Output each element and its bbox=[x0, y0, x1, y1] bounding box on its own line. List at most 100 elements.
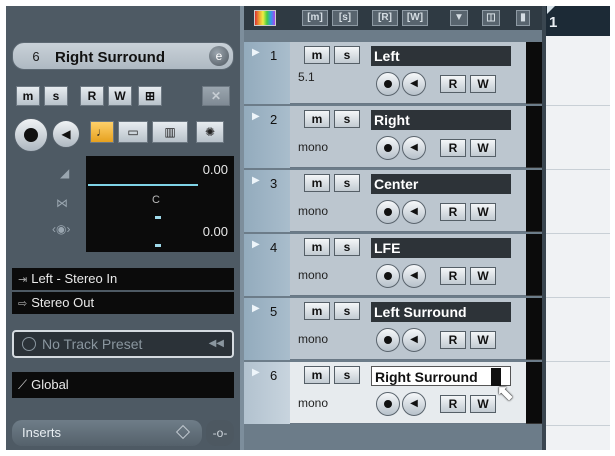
read-automation-button[interactable]: R bbox=[440, 75, 466, 93]
write-automation-button[interactable]: W bbox=[470, 395, 496, 413]
track-name-field[interactable]: Left bbox=[371, 46, 511, 66]
input-routing-field[interactable]: ⇥ Left - Stereo In bbox=[12, 268, 234, 290]
inserts-power-icon[interactable]: -o- bbox=[206, 420, 234, 446]
lane-separator bbox=[546, 297, 610, 298]
mute-button[interactable]: m bbox=[304, 238, 330, 256]
delay-slider[interactable] bbox=[155, 244, 161, 247]
track-row[interactable]: ▶ 3 m s Center mono ◀ R W bbox=[244, 170, 542, 232]
timeline-ruler[interactable]: 1 bbox=[546, 6, 610, 36]
track-handle[interactable]: ▶ 3 bbox=[244, 170, 290, 232]
track-colors-icon[interactable] bbox=[254, 10, 276, 26]
track-row[interactable]: ▶ 5 m s Left Surround mono ◀ R W bbox=[244, 298, 542, 360]
track-version-icon[interactable]: ▥ bbox=[152, 121, 188, 143]
track-name-field[interactable]: Right Surround bbox=[371, 366, 511, 386]
read-automation-button[interactable]: R bbox=[440, 331, 466, 349]
mute-button[interactable]: m bbox=[304, 46, 330, 64]
volume-value[interactable]: 0.00 bbox=[203, 162, 228, 177]
track-settings-icon[interactable]: ◫ bbox=[482, 10, 500, 26]
write-automation-button[interactable]: W bbox=[470, 267, 496, 285]
inspector-read-button[interactable]: R bbox=[80, 86, 104, 106]
track-name-field[interactable]: LFE bbox=[371, 238, 511, 258]
solo-button[interactable]: s bbox=[334, 46, 360, 64]
monitor-button[interactable]: ◀ bbox=[402, 200, 426, 224]
mute-button[interactable]: m bbox=[304, 174, 330, 192]
read-automation-button[interactable]: R bbox=[440, 267, 466, 285]
output-routing-field[interactable]: ⇨ Stereo Out bbox=[12, 292, 234, 314]
edit-in-place-icon[interactable]: ⊞ bbox=[138, 86, 162, 106]
arrange-area[interactable]: 1 bbox=[546, 6, 610, 450]
musical-time-icon[interactable]: ♩ bbox=[90, 121, 114, 143]
write-automation-button[interactable]: W bbox=[470, 75, 496, 93]
track-row[interactable]: ▶ 2 m s Right mono ◀ R W bbox=[244, 106, 542, 168]
inspector-monitor-button[interactable]: ◀ bbox=[52, 120, 80, 148]
automation-mode-field[interactable]: ⟋ Global bbox=[12, 372, 234, 398]
inspector-record-enable-button[interactable] bbox=[14, 118, 48, 152]
monitor-button[interactable]: ◀ bbox=[402, 328, 426, 352]
global-read-button[interactable]: [R] bbox=[372, 10, 398, 26]
monitor-button[interactable]: ◀ bbox=[402, 136, 426, 160]
inspector-write-button[interactable]: W bbox=[108, 86, 132, 106]
inspector-track-name[interactable]: Right Surround bbox=[55, 49, 165, 66]
track-name-field[interactable]: Center bbox=[371, 174, 511, 194]
pan-value[interactable]: C bbox=[152, 194, 160, 206]
delay-icon: ‹◉› bbox=[52, 222, 71, 236]
inspector-mute-button[interactable]: m bbox=[16, 86, 40, 106]
record-enable-button[interactable] bbox=[376, 392, 400, 416]
read-automation-button[interactable]: R bbox=[440, 139, 466, 157]
monitor-button[interactable]: ◀ bbox=[402, 392, 426, 416]
track-number: 3 bbox=[270, 176, 278, 191]
record-enable-button[interactable] bbox=[376, 264, 400, 288]
inspector-solo-button[interactable]: s bbox=[44, 86, 68, 106]
track-handle[interactable]: ▶ 5 bbox=[244, 298, 290, 360]
solo-button[interactable]: s bbox=[334, 366, 360, 384]
global-write-button[interactable]: [W] bbox=[402, 10, 428, 26]
bypass-icon[interactable]: ✕ bbox=[202, 86, 230, 106]
global-mute-button[interactable]: [m] bbox=[302, 10, 328, 26]
cubase-project-window: 6 Right Surround e m s R W ⊞ ✕ ◀ ♩ ▭ ▥ ✺… bbox=[6, 6, 610, 450]
preset-arrow-icon[interactable]: ◀◀ bbox=[209, 332, 224, 356]
record-enable-button[interactable] bbox=[376, 136, 400, 160]
write-automation-button[interactable]: W bbox=[470, 331, 496, 349]
mute-button[interactable]: m bbox=[304, 110, 330, 128]
inserts-section-header[interactable]: Inserts bbox=[12, 420, 202, 446]
mute-button[interactable]: m bbox=[304, 366, 330, 384]
track-handle[interactable]: ▶ 6 bbox=[244, 362, 290, 424]
lanes-icon[interactable]: ▭ bbox=[118, 121, 148, 143]
write-automation-button[interactable]: W bbox=[470, 139, 496, 157]
track-controls: m s Left Surround mono ◀ R W bbox=[290, 298, 526, 360]
solo-button[interactable]: s bbox=[334, 110, 360, 128]
track-row[interactable]: ▶ 4 m s LFE mono ◀ R W bbox=[244, 234, 542, 296]
track-handle[interactable]: ▶ 2 bbox=[244, 106, 290, 168]
track-row-selected[interactable]: ▶ 6 m s Right Surround mono ◀ R W ⬉ bbox=[244, 362, 542, 424]
dropdown-arrow-icon[interactable]: ▼ bbox=[450, 10, 468, 26]
edit-channel-settings-button[interactable]: e bbox=[209, 46, 229, 66]
track-preset-field[interactable]: No Track Preset ◀◀ bbox=[12, 330, 234, 358]
freeze-icon[interactable]: ✺ bbox=[196, 121, 224, 143]
monitor-button[interactable]: ◀ bbox=[402, 72, 426, 96]
pan-slider[interactable] bbox=[155, 216, 161, 219]
volume-slider[interactable] bbox=[88, 184, 198, 186]
record-enable-button[interactable] bbox=[376, 328, 400, 352]
track-name-field[interactable]: Left Surround bbox=[371, 302, 511, 322]
more-options-icon[interactable]: ▮ bbox=[516, 10, 530, 26]
solo-button[interactable]: s bbox=[334, 302, 360, 320]
global-solo-button[interactable]: [s] bbox=[332, 10, 358, 26]
mute-button[interactable]: m bbox=[304, 302, 330, 320]
track-handle[interactable]: ▶ 4 bbox=[244, 234, 290, 296]
delay-value[interactable]: 0.00 bbox=[203, 224, 228, 239]
record-enable-button[interactable] bbox=[376, 200, 400, 224]
inspector-track-header[interactable]: 6 Right Surround e bbox=[12, 42, 234, 70]
write-automation-button[interactable]: W bbox=[470, 203, 496, 221]
record-enable-button[interactable] bbox=[376, 72, 400, 96]
solo-button[interactable]: s bbox=[334, 238, 360, 256]
inserts-label: Inserts bbox=[22, 425, 62, 440]
read-automation-button[interactable]: R bbox=[440, 395, 466, 413]
read-automation-button[interactable]: R bbox=[440, 203, 466, 221]
marker-flag-icon bbox=[547, 6, 555, 14]
track-name-field[interactable]: Right bbox=[371, 110, 511, 130]
track-handle[interactable]: ▶ 1 bbox=[244, 42, 290, 104]
monitor-button[interactable]: ◀ bbox=[402, 264, 426, 288]
solo-button[interactable]: s bbox=[334, 174, 360, 192]
inserts-bypass-icon[interactable] bbox=[175, 424, 191, 440]
track-row[interactable]: ▶ 1 m s Left 5.1 ◀ R W bbox=[244, 42, 542, 104]
